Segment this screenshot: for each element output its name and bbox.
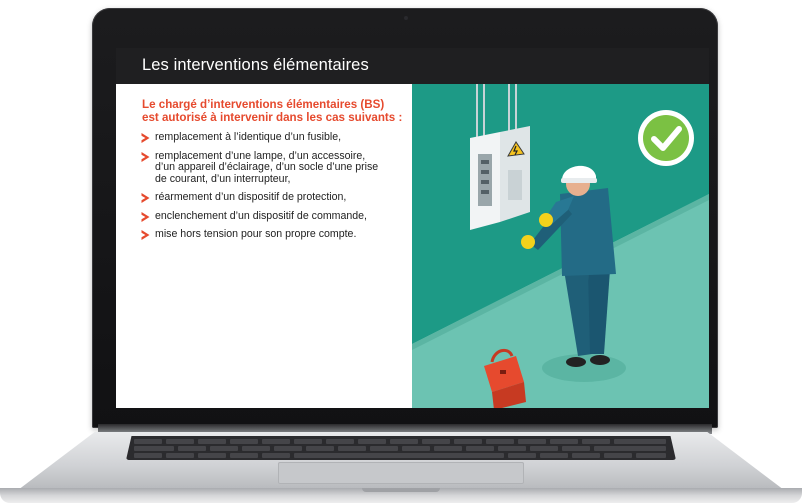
laptop-mockup: Les interventions élémentaires Le chargé… [0,0,802,503]
item-line: mise hors tension pour son propre compte… [155,228,357,240]
electrical-panel-icon [470,126,530,230]
keyboard [126,436,676,460]
checkmark-circle-icon [638,110,694,166]
slide-header: Les interventions élémentaires [116,48,709,84]
slide-screen: Les interventions élémentaires Le chargé… [116,48,709,408]
slide-text-panel: Le chargé d’interventions élémentaires (… [116,84,412,408]
intro-line-2: est autorisé à intervenir dans les cas s… [142,111,403,124]
item-line: enclenchement d’un dispositif de command… [155,209,367,222]
intro-text: Le chargé d’interventions élémentaires (… [142,98,412,124]
keyboard-keys [134,439,666,458]
trackpad [278,462,524,484]
laptop-notch [362,488,440,492]
slide-title: Les interventions élémentaires [142,56,369,74]
illustration-panel [412,84,709,408]
item-line: de courant, d’un interrupteur, [155,172,291,185]
list-item: réarmement d’un dispositif de protection… [140,191,408,204]
intervention-list: remplacement à l’identique d’un fusible,… [140,131,408,248]
chevron-right-icon [141,151,150,162]
list-item: remplacement d’une lampe, d’un accessoir… [140,150,408,186]
list-item: remplacement à l’identique d’un fusible, [140,131,408,144]
chevron-right-icon [141,211,150,222]
list-item: mise hors tension pour son propre compte… [140,228,408,241]
item-line: réarmement d’un dispositif de protection… [155,191,347,203]
item-line: remplacement à l’identique d’un fusible, [155,131,342,143]
technician-illustration [412,84,709,408]
item-line: d’un appareil d’éclairage, d’un socle d’… [155,161,379,173]
chevron-right-icon [141,133,150,143]
chevron-right-icon [141,193,150,203]
camera-icon [404,16,408,20]
chevron-right-icon [141,230,150,240]
list-item: enclenchement d’un dispositif de command… [140,209,408,223]
intro-line-1: Le chargé d’interventions élémentaires (… [142,98,385,111]
